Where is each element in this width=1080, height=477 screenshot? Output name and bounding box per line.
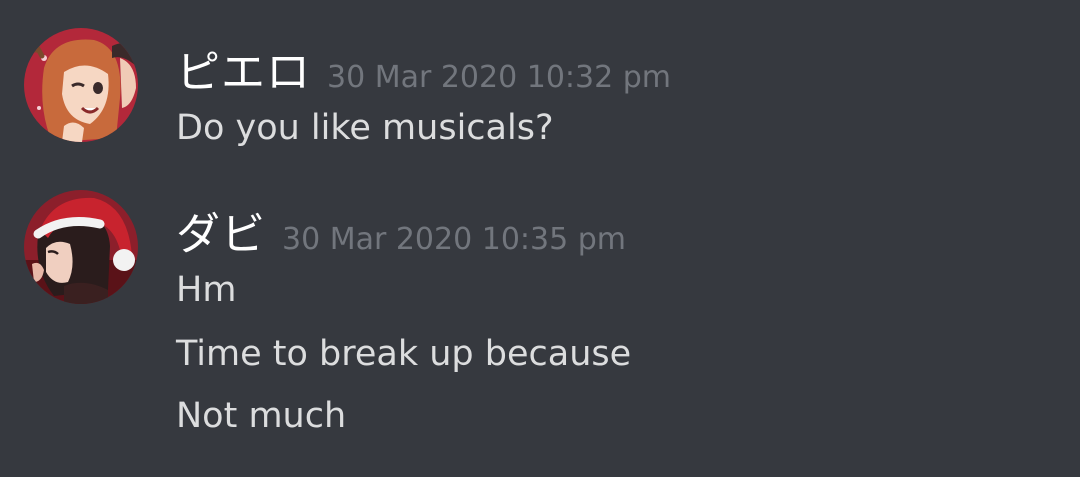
username[interactable]: ダビ	[176, 209, 266, 260]
timestamp[interactable]: 30 Mar 2020 10:35 pm	[282, 222, 626, 257]
avatar[interactable]	[24, 190, 138, 304]
message-text: Do you like musicals?	[176, 108, 554, 148]
message-text: Not much	[176, 396, 347, 436]
anime-boy-santa-hat-avatar-icon	[24, 190, 138, 304]
chat-log: ピエロ 30 Mar 2020 10:32 pm Do you like musi…	[0, 0, 1080, 477]
anime-girl-reindeer-avatar-icon	[24, 28, 138, 142]
timestamp[interactable]: 30 Mar 2020 10:32 pm	[327, 60, 671, 95]
message-text: Time to break up because	[176, 334, 632, 374]
message-header: ピエロ 30 Mar 2020 10:32 pm	[176, 36, 671, 98]
message-text: Hm	[176, 270, 237, 310]
username[interactable]: ピエロ	[176, 47, 311, 98]
avatar[interactable]	[24, 28, 138, 142]
message-header: ダビ 30 Mar 2020 10:35 pm	[176, 198, 626, 260]
